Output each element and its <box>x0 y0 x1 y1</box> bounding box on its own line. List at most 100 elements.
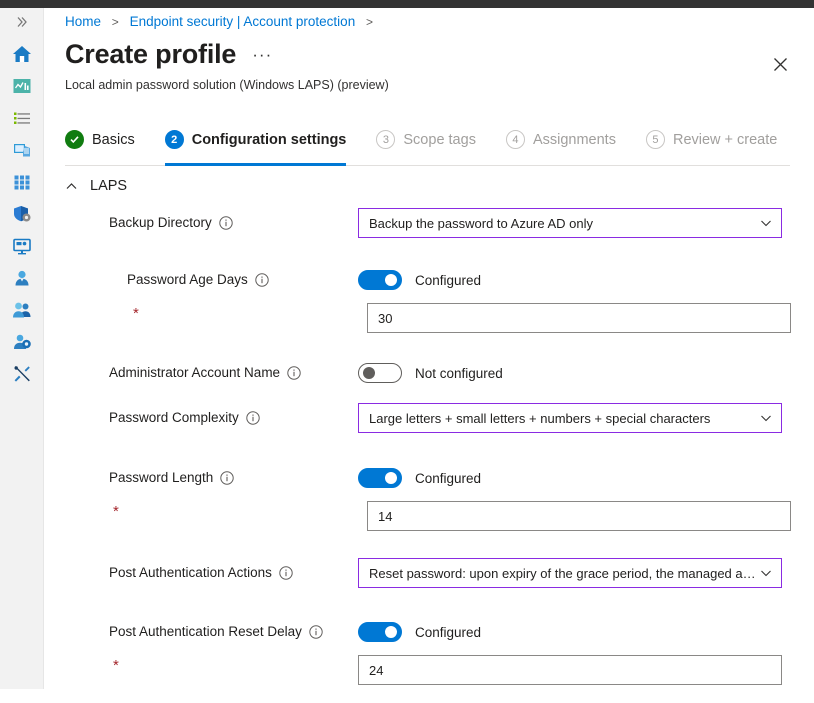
sidebar-item-apps[interactable] <box>0 166 44 198</box>
toggle-knob <box>363 367 375 379</box>
info-icon-administrator-account-name[interactable] <box>287 366 301 380</box>
close-button[interactable] <box>768 52 792 76</box>
label-text-password-length: Password Length <box>109 470 213 485</box>
tab-configuration-settings[interactable]: 2 Configuration settings <box>165 124 347 166</box>
sidebar-item-endpoint-security[interactable] <box>0 198 44 230</box>
top-header-bar <box>0 0 814 8</box>
dropdown-post-authentication-actions[interactable]: Reset password: upon expiry of the grace… <box>358 558 782 588</box>
devices-monitor-icon <box>11 139 33 161</box>
label-text-administrator-account-name: Administrator Account Name <box>109 365 280 380</box>
more-options-button[interactable]: ··· <box>252 45 272 65</box>
users-group-icon <box>11 299 33 321</box>
label-backup-directory: Backup Directory <box>109 215 233 230</box>
apps-grid-icon <box>11 171 33 193</box>
label-post-authentication-reset-delay: Post Authentication Reset Delay <box>109 624 323 639</box>
toggle-label-post-authentication-reset-delay: Configured <box>415 625 481 640</box>
chevron-down-icon <box>759 566 773 580</box>
section-header-laps[interactable]: LAPS <box>65 178 127 194</box>
section-title-laps: LAPS <box>90 178 127 194</box>
breadcrumb: Home > Endpoint security | Account prote… <box>65 14 380 29</box>
row-post-authentication-actions: Post Authentication Actions Reset passwo… <box>45 553 814 608</box>
info-icon-password-complexity[interactable] <box>246 411 260 425</box>
info-icon-post-authentication-reset-delay[interactable] <box>309 625 323 639</box>
tab-label-review-create: Review + create <box>673 132 777 148</box>
breadcrumb-separator: > <box>112 15 119 29</box>
required-marker-password-length: * <box>113 504 119 519</box>
sidebar-item-dashboard[interactable] <box>0 70 44 102</box>
label-post-authentication-actions: Post Authentication Actions <box>109 565 293 580</box>
input-password-length[interactable] <box>367 501 791 531</box>
dashboard-chart-icon <box>11 75 33 97</box>
info-icon-backup-directory[interactable] <box>219 216 233 230</box>
sidebar-item-devices[interactable] <box>0 134 44 166</box>
info-icon-password-age-days[interactable] <box>255 273 269 287</box>
sidebar-item-device-screen[interactable] <box>0 230 44 262</box>
label-text-post-authentication-actions: Post Authentication Actions <box>109 565 272 580</box>
tab-scope-tags[interactable]: 3 Scope tags <box>376 124 476 166</box>
toggle-knob <box>385 626 397 638</box>
sidebar-rail <box>0 8 44 689</box>
toggle-wrap-password-age-days: Configured <box>358 270 481 290</box>
label-administrator-account-name: Administrator Account Name <box>109 365 301 380</box>
toggle-wrap-password-length: Configured <box>358 468 481 488</box>
sidebar-item-groups[interactable] <box>0 294 44 326</box>
row-administrator-account-name: Administrator Account Name Not configure… <box>45 355 814 400</box>
label-password-complexity: Password Complexity <box>109 410 260 425</box>
home-icon <box>11 43 33 65</box>
step-check-icon <box>65 130 84 149</box>
checkmark-icon <box>69 134 80 145</box>
dropdown-value-backup-directory: Backup the password to Azure AD only <box>369 216 759 231</box>
tab-review-create[interactable]: 5 Review + create <box>646 124 777 166</box>
all-services-list-icon <box>11 107 33 129</box>
toggle-post-authentication-reset-delay[interactable] <box>358 622 402 642</box>
toggle-knob <box>385 472 397 484</box>
dropdown-password-complexity[interactable]: Large letters + small letters + numbers … <box>358 403 782 433</box>
close-icon <box>773 57 788 72</box>
page-title: Create profile <box>65 40 236 70</box>
info-icon-post-authentication-actions[interactable] <box>279 566 293 580</box>
sidebar-item-tools[interactable] <box>0 358 44 390</box>
tab-label-scope-tags: Scope tags <box>403 132 476 148</box>
label-password-length: Password Length <box>109 470 234 485</box>
toggle-administrator-account-name[interactable] <box>358 363 402 383</box>
toggle-wrap-administrator-account-name: Not configured <box>358 363 503 383</box>
title-row: Create profile ··· <box>65 40 272 70</box>
toggle-label-password-length: Configured <box>415 471 481 486</box>
chevron-down-icon <box>759 411 773 425</box>
toggle-knob <box>385 274 397 286</box>
breadcrumb-item-endpoint-security[interactable]: Endpoint security | Account protection <box>130 14 356 29</box>
breadcrumb-item-home[interactable]: Home <box>65 14 101 29</box>
toggle-password-age-days[interactable] <box>358 270 402 290</box>
chevron-up-icon <box>65 180 78 193</box>
tab-label-configuration-settings: Configuration settings <box>192 132 347 148</box>
tab-basics[interactable]: Basics <box>65 124 135 166</box>
required-marker-password-age-days: * <box>133 306 139 321</box>
row-password-complexity: Password Complexity Large letters + smal… <box>45 400 814 458</box>
sidebar-item-user[interactable] <box>0 262 44 294</box>
step-number-2: 2 <box>165 130 184 149</box>
label-text-post-authentication-reset-delay: Post Authentication Reset Delay <box>109 624 302 639</box>
row-backup-directory: Backup Directory Backup the password to … <box>45 208 814 260</box>
device-screen-icon <box>11 235 33 257</box>
row-password-length: Password Length * Configured <box>45 458 814 553</box>
sidebar-item-user-settings[interactable] <box>0 326 44 358</box>
dropdown-value-post-authentication-actions: Reset password: upon expiry of the grace… <box>369 566 759 581</box>
row-password-age-days: Password Age Days * Configured <box>45 260 814 355</box>
page-subtitle: Local admin password solution (Windows L… <box>65 78 389 92</box>
label-password-age-days: Password Age Days <box>127 272 269 287</box>
required-marker-post-authentication-reset-delay: * <box>113 658 119 673</box>
breadcrumb-separator-2: > <box>366 15 373 29</box>
sidebar-expand-button[interactable] <box>0 8 44 36</box>
info-icon-password-length[interactable] <box>220 471 234 485</box>
toggle-label-password-age-days: Configured <box>415 273 481 288</box>
input-password-age-days[interactable] <box>367 303 791 333</box>
chevron-down-icon <box>759 216 773 230</box>
dropdown-backup-directory[interactable]: Backup the password to Azure AD only <box>358 208 782 238</box>
sidebar-item-all-services[interactable] <box>0 102 44 134</box>
user-icon <box>11 267 33 289</box>
sidebar-item-home[interactable] <box>0 38 44 70</box>
input-post-authentication-reset-delay[interactable] <box>358 655 782 685</box>
tab-assignments[interactable]: 4 Assignments <box>506 124 616 166</box>
step-number-5: 5 <box>646 130 665 149</box>
toggle-password-length[interactable] <box>358 468 402 488</box>
